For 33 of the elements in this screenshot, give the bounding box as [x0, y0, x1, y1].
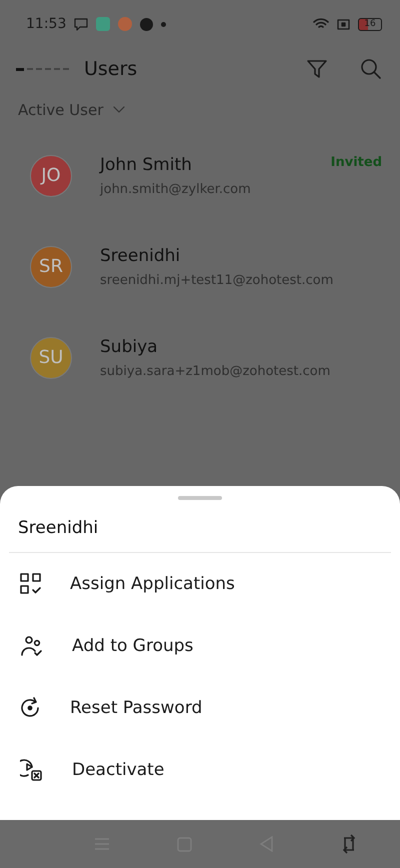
sheet-title: Sreenidhi — [9, 500, 391, 553]
user-email: subiya.sara+z1mob@zohotest.com — [100, 364, 330, 378]
user-name: John Smith — [100, 154, 193, 174]
battery-indicator: 16 — [358, 18, 382, 30]
deactivate-icon — [20, 758, 44, 782]
user-email: sreenidhi.mj+test11@zohotest.com — [100, 272, 334, 288]
app-icon — [140, 18, 154, 30]
user-avatar: SU — [30, 336, 72, 378]
dot-icon — [161, 22, 166, 26]
app-icon — [96, 17, 110, 31]
action-item[interactable]: Assign Applications — [0, 553, 400, 615]
status-time: 11:53 — [26, 16, 66, 32]
users-check-icon — [20, 635, 44, 657]
dashes-icon — [16, 68, 70, 70]
screen-icon — [337, 18, 350, 30]
wifi-icon — [313, 18, 329, 30]
drag-handle[interactable] — [178, 496, 222, 500]
user-email: john.smith@zylker.com — [100, 182, 251, 196]
chevron-down-icon — [113, 106, 126, 114]
chat-icon — [74, 18, 88, 30]
user-name: Subiya — [100, 336, 159, 356]
rotate-button[interactable] — [340, 834, 356, 854]
status-label: Invited — [330, 155, 382, 170]
page-title: Users — [84, 58, 138, 80]
app-icon — [118, 17, 132, 31]
user-avatar: JO — [30, 154, 72, 196]
reset-icon — [20, 697, 42, 719]
action-item[interactable]: Deactivate — [0, 739, 400, 801]
action-item[interactable]: Add to Groups — [0, 615, 400, 677]
user-avatar: SR — [30, 246, 72, 288]
action-item[interactable]: Reset Password — [0, 677, 400, 739]
user-name: Sreenidhi — [100, 246, 182, 266]
grid-check-icon — [20, 573, 42, 595]
